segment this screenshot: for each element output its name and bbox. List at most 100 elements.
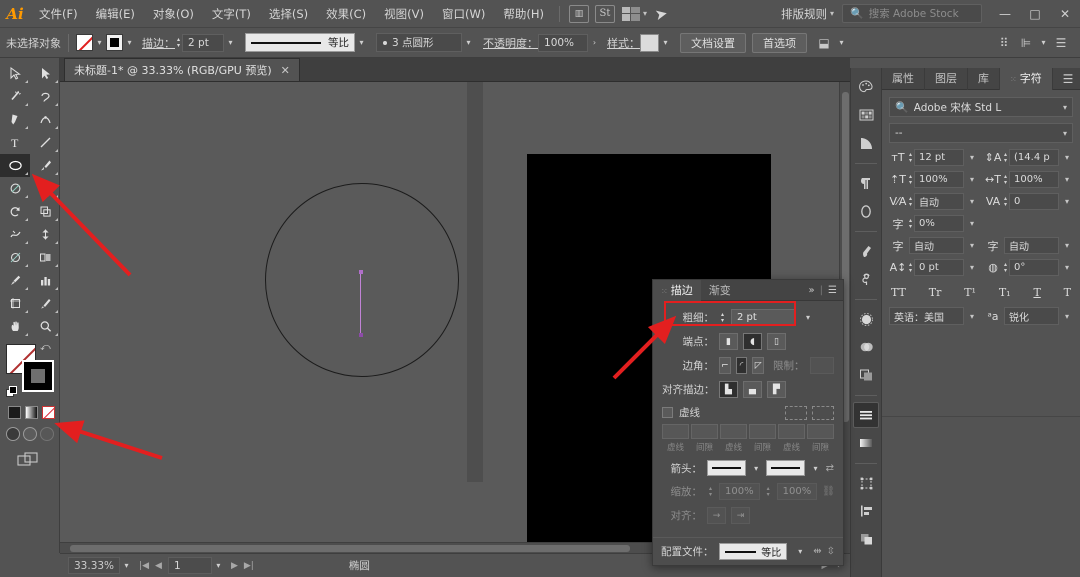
align-panel-icon[interactable]: ⊫	[1015, 33, 1037, 53]
miter-join-button[interactable]: ⌐	[719, 357, 731, 374]
fill-chevron-down-icon[interactable]: ▾	[93, 34, 106, 51]
direct-selection-tool[interactable]	[30, 62, 60, 85]
align-chevron-down-icon[interactable]: ▾	[1037, 34, 1050, 51]
artboard-nav-prev[interactable]: ◀	[155, 561, 162, 571]
minimize-button[interactable]: —	[990, 0, 1020, 28]
font-size-chevron-down-icon[interactable]: ▾	[966, 153, 978, 162]
stroke-profile-chevron-down-icon[interactable]: ▾	[792, 547, 808, 556]
artboard-nav-last[interactable]: ▶|	[244, 561, 254, 571]
bevel-join-button[interactable]: ◸	[752, 357, 765, 374]
arrow-scale-end-input[interactable]: 100%	[776, 483, 818, 500]
artboard-number-input[interactable]: 1	[167, 557, 212, 574]
stroke-profile-select[interactable]: 等比	[245, 33, 356, 52]
horizontal-scale-stepper[interactable]: ▴ ▾	[1004, 174, 1007, 186]
round-cap-button[interactable]: ◖	[743, 333, 762, 350]
document-setup-button[interactable]: 文档设置	[680, 32, 747, 53]
panel-menu-icon[interactable]: ☰	[1056, 68, 1080, 89]
baseline-shift-value[interactable]: 0 pt	[914, 259, 964, 276]
arrowhead-start-chevron-down-icon[interactable]: ▾	[751, 464, 761, 473]
align-panel-icon[interactable]	[853, 498, 879, 524]
paragraph-panel-icon[interactable]	[853, 170, 879, 196]
dash-input-1[interactable]	[662, 424, 689, 439]
extend-arrow-beyond-end-button[interactable]: →	[707, 507, 726, 524]
tracking-chevron-down-icon[interactable]: ▾	[1061, 197, 1073, 206]
pencil-tool[interactable]	[0, 177, 30, 200]
magic-wand-tool[interactable]	[0, 85, 30, 108]
gradient-panel-icon[interactable]	[853, 430, 879, 456]
scale-tool[interactable]	[0, 246, 30, 269]
pathfinder-panel-icon[interactable]	[853, 526, 879, 552]
workspace-chevron-down-icon[interactable]: ▾	[830, 9, 834, 18]
dash-preserve-button[interactable]	[785, 405, 807, 420]
language-field[interactable]: 英语：美国 ▾	[889, 307, 978, 325]
style-chevron-down-icon[interactable]: ▾	[659, 34, 672, 51]
draw-inside-icon[interactable]	[40, 427, 54, 441]
stroke-panel-icon[interactable]	[853, 402, 879, 428]
tab-layers[interactable]: 图层	[925, 68, 968, 90]
menu-file[interactable]: 文件(F)	[30, 0, 87, 28]
select-similar-chevron-down-icon[interactable]: ▾	[835, 34, 848, 51]
stroke-weight-chevron-down-icon[interactable]: ▾	[224, 34, 237, 51]
color-mode-solid-icon[interactable]	[8, 406, 21, 419]
tab-character[interactable]: ⁙ 字符	[1000, 68, 1053, 90]
gap-input-2[interactable]	[749, 424, 776, 439]
stock-icon[interactable]: St	[594, 4, 615, 23]
menu-type[interactable]: 文字(T)	[203, 0, 260, 28]
character-rotation-chevron-down-icon[interactable]: ▾	[1061, 263, 1073, 272]
glyphs-panel-icon[interactable]	[853, 198, 879, 224]
gap-input-3[interactable]	[807, 424, 834, 439]
baseline-shift-stepper[interactable]: ▴ ▾	[909, 262, 912, 274]
type-tool[interactable]: T	[0, 131, 30, 154]
horizontal-scale-field[interactable]: ↔T ▴ ▾ 100% ▾	[984, 171, 1073, 188]
tab-stroke[interactable]: ⁙ 描边	[653, 279, 701, 301]
butt-cap-button[interactable]: ▮	[719, 333, 738, 350]
kerning-chevron-down-icon[interactable]: ▾	[966, 197, 978, 206]
fill-color-swatch[interactable]	[76, 34, 93, 51]
hand-tool[interactable]	[0, 315, 30, 338]
color-guide-panel-icon[interactable]	[853, 130, 879, 156]
swatches-panel-icon[interactable]	[853, 102, 879, 128]
tsume-field[interactable]: 字 ▴ ▾ 0% ▾	[889, 215, 978, 232]
transparency-panel-icon[interactable]	[853, 306, 879, 332]
menu-help[interactable]: 帮助(H)	[494, 0, 553, 28]
blend-tool[interactable]	[30, 246, 60, 269]
stroke-profile-select[interactable]: 等比	[718, 543, 788, 560]
width-tool[interactable]	[30, 223, 60, 246]
lasso-tool[interactable]	[30, 85, 60, 108]
superscript-button[interactable]: T¹	[964, 286, 976, 299]
menu-effect[interactable]: 效果(C)	[317, 0, 375, 28]
font-size-field[interactable]: ᴛT ▴ ▾ 12 pt ▾	[889, 149, 978, 166]
style-label[interactable]: 样式：	[607, 35, 640, 51]
left-aki-value[interactable]: 自动	[909, 237, 964, 254]
arrowhead-start-select[interactable]	[707, 460, 746, 476]
dash-input-2[interactable]	[720, 424, 747, 439]
warp-tool[interactable]	[0, 223, 30, 246]
stroke-chevron-down-icon[interactable]: ▾	[123, 34, 136, 51]
dash-adjust-button[interactable]	[812, 405, 834, 420]
collapse-panel-icon[interactable]: »	[809, 285, 815, 296]
character-rotation-field[interactable]: ◍ ▴ ▾ 0° ▾	[984, 259, 1073, 276]
rotate-tool[interactable]	[0, 200, 30, 223]
draw-normal-icon[interactable]	[6, 427, 20, 441]
antialias-chevron-down-icon[interactable]: ▾	[1061, 312, 1073, 321]
projecting-cap-button[interactable]: ▯	[767, 333, 786, 350]
strikethrough-button[interactable]: T	[1064, 286, 1071, 299]
artboard-nav-next[interactable]: ▶	[231, 561, 238, 571]
curvature-tool[interactable]	[30, 108, 60, 131]
slice-tool[interactable]	[30, 292, 60, 315]
shaper-tool[interactable]	[30, 177, 60, 200]
round-join-button[interactable]: ◜	[735, 357, 748, 374]
dashed-line-checkbox[interactable]	[662, 407, 673, 418]
selection-tool[interactable]	[0, 62, 30, 85]
line-segment[interactable]	[358, 270, 364, 337]
right-aki-field[interactable]: 字 自动 ▾	[984, 237, 1073, 254]
maximize-button[interactable]: □	[1020, 0, 1050, 28]
opacity-expand-icon[interactable]: ›	[588, 34, 601, 51]
pen-tool[interactable]	[0, 108, 30, 131]
appearance-panel-icon[interactable]	[853, 334, 879, 360]
artboard-nav-first[interactable]: |◀	[139, 561, 149, 571]
tracking-field[interactable]: VA ▴ ▾ 0 ▾	[984, 193, 1073, 210]
baseline-shift-field[interactable]: A↕ ▴ ▾ 0 pt ▾	[889, 259, 978, 276]
font-style-chevron-down-icon[interactable]: ▾	[1063, 129, 1067, 138]
arrow-scale-start-input[interactable]: 100%	[719, 483, 760, 500]
